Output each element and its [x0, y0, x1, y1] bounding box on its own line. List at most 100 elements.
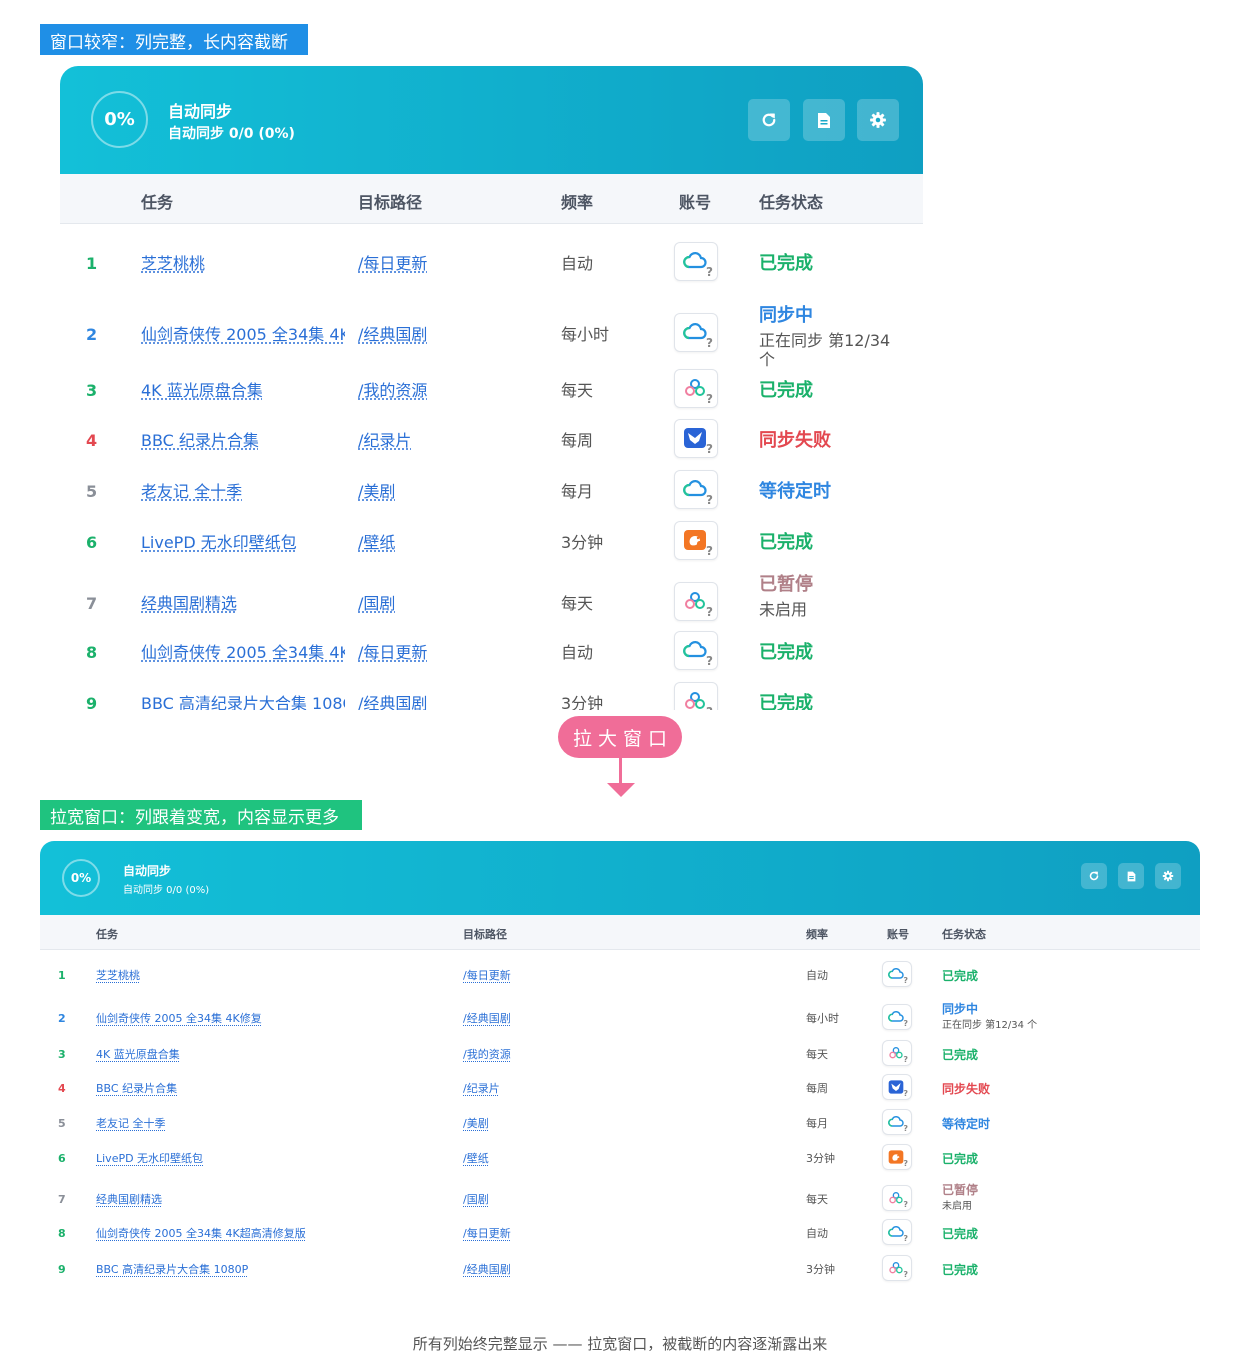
task-name-link[interactable]: 4K 蓝光原盘合集	[141, 381, 345, 401]
task-name-link[interactable]: BBC 纪录片合集	[96, 1082, 456, 1096]
account-badge[interactable]: ?	[674, 682, 718, 710]
account-badge[interactable]: ?	[674, 631, 718, 670]
col-account[interactable]: 账号	[887, 926, 909, 942]
task-name-link[interactable]: 仙剑奇侠传 2005 全34集 4K修复	[96, 1012, 456, 1026]
task-name-link[interactable]: LivePD 无水印壁纸包	[141, 533, 345, 553]
target-path-link[interactable]: /每日更新	[358, 254, 427, 274]
table-row[interactable]: 1 芝芝桃桃/每日更新 自动? 已完成	[60, 240, 923, 288]
task-name-link[interactable]: 经典国剧精选	[141, 594, 345, 614]
table-row[interactable]: 9 BBC 高清纪录片大合集 108C/经典国剧 3分钟? 已完成	[60, 682, 923, 710]
row-number: 4	[58, 1082, 66, 1095]
account-badge[interactable]: ?	[882, 1040, 912, 1067]
target-path-link[interactable]: /每日更新	[358, 643, 427, 663]
col-path[interactable]: 目标路径	[463, 926, 507, 942]
task-status: 同步中	[759, 305, 813, 326]
target-path-link[interactable]: /我的资源	[463, 1048, 511, 1062]
task-status: 已完成	[942, 968, 979, 983]
task-name-link[interactable]: 仙剑奇侠传 2005 全34集 4K超高清修复版	[96, 1227, 456, 1241]
target-path-link[interactable]: /纪录片	[358, 431, 411, 451]
account-badge[interactable]: ?	[674, 470, 718, 509]
unknown-mark-icon: ?	[903, 1019, 908, 1029]
target-path-link[interactable]: /纪录片	[463, 1082, 500, 1096]
table-row[interactable]: 7 经典国剧精选/国剧 每天? 已暂停 未启用	[40, 1183, 1200, 1217]
target-path-link[interactable]: /经典国剧	[358, 694, 427, 710]
account-badge[interactable]: ?	[674, 369, 718, 408]
task-name-link[interactable]: 老友记 全十季	[96, 1117, 456, 1131]
target-path-link[interactable]: /经典国剧	[358, 325, 427, 345]
target-path-link[interactable]: /经典国剧	[463, 1012, 511, 1026]
col-freq[interactable]: 频率	[806, 926, 828, 942]
col-account[interactable]: 账号	[679, 189, 711, 213]
account-badge[interactable]: ?	[674, 582, 718, 621]
table-row[interactable]: 8 仙剑奇侠传 2005 全34集 4K/每日更新 自动? 已完成	[60, 631, 923, 674]
table-row[interactable]: 7 经典国剧精选/国剧 每天? 已暂停 未启用	[60, 574, 923, 634]
table-row[interactable]: 1 芝芝桃桃/每日更新 自动? 已完成	[40, 961, 1200, 988]
task-name-link[interactable]: 经典国剧精选	[96, 1193, 456, 1207]
account-badge[interactable]: ?	[882, 1255, 912, 1282]
settings-button[interactable]	[857, 99, 899, 141]
table-row[interactable]: 2 仙剑奇侠传 2005 全34集 4K/经典国剧 每小时? 同步中 正在同步 第12/…	[60, 305, 923, 369]
table-row[interactable]: 2 仙剑奇侠传 2005 全34集 4K修复/经典国剧 每小时? 同步中 正在同步 第1…	[40, 1002, 1200, 1036]
col-status[interactable]: 任务状态	[942, 926, 986, 942]
task-name-link[interactable]: 仙剑奇侠传 2005 全34集 4K	[141, 643, 345, 663]
target-path-link[interactable]: /国剧	[463, 1193, 489, 1207]
table-row[interactable]: 3 4K 蓝光原盘合集/我的资源 每天? 已完成	[40, 1040, 1200, 1067]
target-path-link[interactable]: /美剧	[463, 1117, 489, 1131]
account-badge[interactable]: ?	[882, 1004, 912, 1031]
target-path-link[interactable]: /壁纸	[463, 1152, 489, 1166]
table-row[interactable]: 9 BBC 高清纪录片大合集 1080P/经典国剧 3分钟? 已完成	[40, 1255, 1200, 1282]
row-number: 7	[58, 1193, 66, 1206]
refresh-button[interactable]	[1081, 863, 1107, 889]
account-badge[interactable]: ?	[674, 521, 718, 560]
account-badge[interactable]: ?	[882, 1185, 912, 1212]
task-name-link[interactable]: 芝芝桃桃	[96, 969, 456, 983]
target-path-link[interactable]: /壁纸	[358, 533, 395, 553]
settings-button[interactable]	[1155, 863, 1181, 889]
target-path-link[interactable]: /国剧	[358, 594, 395, 614]
task-name-link[interactable]: 4K 蓝光原盘合集	[96, 1048, 456, 1062]
col-path[interactable]: 目标路径	[358, 189, 422, 213]
task-status: 等待定时	[942, 1116, 991, 1131]
cloud-drive-icon	[888, 968, 904, 979]
log-button[interactable]	[1118, 863, 1144, 889]
target-path-link[interactable]: /我的资源	[358, 381, 427, 401]
target-path-link[interactable]: /每日更新	[463, 969, 511, 983]
account-badge[interactable]: ?	[882, 1144, 912, 1171]
table-row[interactable]: 6 LivePD 无水印壁纸包/壁纸 3分钟? 已完成	[40, 1144, 1200, 1171]
target-path-link[interactable]: /经典国剧	[463, 1263, 511, 1277]
refresh-button[interactable]	[748, 99, 790, 141]
log-button[interactable]	[803, 99, 845, 141]
frequency: 每天	[561, 594, 594, 613]
target-path-link[interactable]: /每日更新	[463, 1227, 511, 1241]
col-status[interactable]: 任务状态	[759, 189, 823, 213]
account-badge[interactable]: ?	[882, 1109, 912, 1136]
task-status: 已完成	[759, 380, 813, 401]
task-name-link[interactable]: LivePD 无水印壁纸包	[96, 1152, 456, 1166]
table-row[interactable]: 5 老友记 全十季/美剧 每月? 等待定时	[40, 1109, 1200, 1136]
table-row[interactable]: 4 BBC 纪录片合集/纪录片 每周? 同步失败	[60, 419, 923, 462]
task-name-link[interactable]: 芝芝桃桃	[141, 254, 345, 274]
account-badge[interactable]: ?	[674, 419, 718, 458]
task-name-link[interactable]: BBC 高清纪录片大合集 1080P	[96, 1263, 456, 1277]
table-row[interactable]: 6 LivePD 无水印壁纸包/壁纸 3分钟? 已完成	[60, 521, 923, 564]
col-task[interactable]: 任务	[96, 926, 118, 942]
task-status: 同步失败	[942, 1081, 991, 1096]
table-row[interactable]: 5 老友记 全十季/美剧 每月? 等待定时	[60, 470, 923, 513]
task-name-link[interactable]: BBC 高清纪录片大合集 108C	[141, 694, 345, 710]
table-row[interactable]: 4 BBC 纪录片合集/纪录片 每周? 同步失败	[40, 1074, 1200, 1101]
account-badge[interactable]: ?	[674, 313, 718, 352]
task-name-link[interactable]: 仙剑奇侠传 2005 全34集 4K	[141, 325, 345, 345]
task-name-link[interactable]: 老友记 全十季	[141, 482, 345, 502]
account-badge[interactable]: ?	[882, 1219, 912, 1246]
account-badge[interactable]: ?	[882, 1074, 912, 1101]
table-row[interactable]: 3 4K 蓝光原盘合集/我的资源 每天? 已完成	[60, 369, 923, 412]
col-task[interactable]: 任务	[141, 189, 173, 213]
target-path-link[interactable]: /美剧	[358, 482, 395, 502]
account-badge[interactable]: ?	[674, 242, 718, 281]
account-badge[interactable]: ?	[882, 961, 912, 988]
table-row[interactable]: 8 仙剑奇侠传 2005 全34集 4K超高清修复版/每日更新 自动? 已完成	[40, 1219, 1200, 1246]
gear-icon	[870, 112, 886, 128]
panel-header: 0% 自动同步 自动同步 0/0 (0%)	[60, 66, 923, 174]
task-name-link[interactable]: BBC 纪录片合集	[141, 431, 345, 451]
col-freq[interactable]: 频率	[561, 189, 593, 213]
